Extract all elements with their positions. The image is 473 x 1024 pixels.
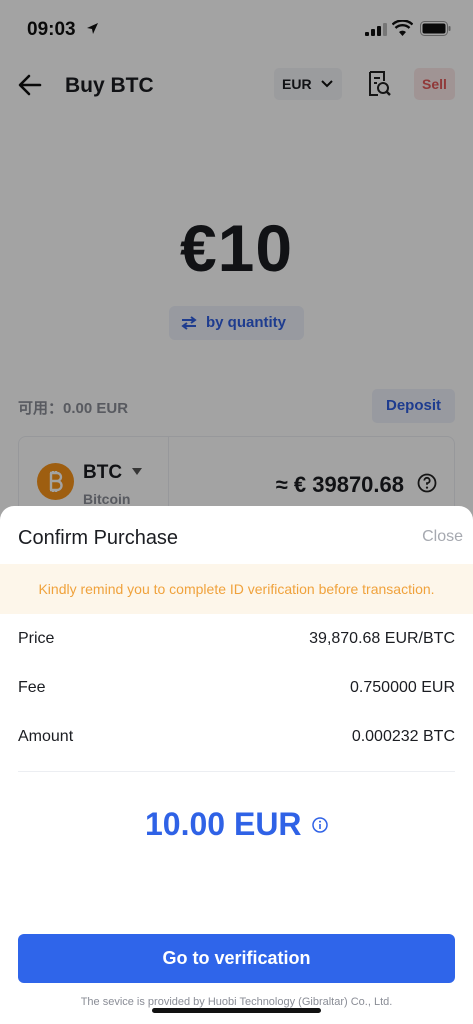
go-to-verification-button[interactable]: Go to verification [18,934,455,983]
total-amount-value: 10.00 EUR [145,806,302,842]
sheet-title: Confirm Purchase [18,527,179,549]
fee-row: Fee 0.750000 EUR [18,679,455,703]
amount-label: Amount [18,728,74,745]
amount-row: Amount 0.000232 BTC [18,728,455,752]
fee-value: 0.750000 EUR [350,679,455,696]
home-indicator [152,1008,321,1013]
provider-footer: The sevice is provided by Huobi Technolo… [80,996,393,1008]
confirm-purchase-sheet: Confirm Purchase Close Kindly remind you… [0,506,473,1024]
info-icon[interactable] [312,816,328,833]
divider [18,771,455,772]
price-row: Price 39,870.68 EUR/BTC [18,630,455,654]
verification-notice: Kindly remind you to complete ID verific… [0,564,473,614]
close-button[interactable]: Close [422,528,463,546]
price-label: Price [18,630,55,647]
fee-label: Fee [18,679,46,696]
total-amount: 10.00 EUR [0,806,473,843]
amount-value: 0.000232 BTC [351,728,455,745]
price-value: 39,870.68 EUR/BTC [309,630,455,647]
